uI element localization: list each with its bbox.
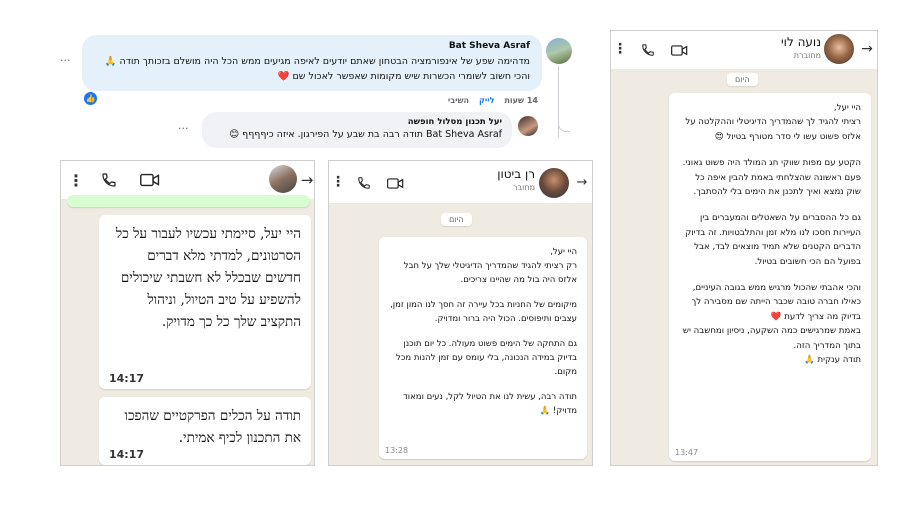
message-paragraph: תודה רבה, עשית לנו את הטיול לקל, נעים ומ… [403, 392, 577, 416]
chat-left-header: ⋮ → [61, 161, 314, 199]
reply-avatar[interactable] [518, 116, 538, 136]
message-bubble: היי יעל, רציתי להגיד לך שהמדריך הדיגיטלי… [669, 93, 871, 461]
menu-dots-icon[interactable]: ⋮ [613, 40, 627, 58]
commenter-avatar[interactable] [546, 38, 572, 64]
chat-right-window: ⋮ נועה לוי מחוברת → היום היי יעל, רציתי … [610, 30, 878, 466]
message-text: היי יעל, רציתי להגיד לך שהמדריך הדיגיטלי… [679, 101, 861, 368]
message-paragraph: הקטע עם מפות שווקי חג המולד היה פשוט גאו… [682, 158, 861, 198]
back-arrow-icon[interactable]: → [859, 40, 875, 58]
comment-more-button[interactable]: ··· [60, 54, 71, 67]
chat-left-body: היי יעל, סיימתי עכשיו לעבור על כל הסרטונ… [61, 195, 314, 465]
contact-info[interactable]: נועה לוי מחוברת [731, 35, 821, 60]
phone-icon[interactable] [99, 170, 119, 190]
contact-info[interactable]: רן ביטון מחובר [449, 167, 535, 192]
reply-bubble: יעל תכנון מסלול חופשה Bat Sheva Asraf תו… [202, 112, 512, 148]
message-paragraph: היי יעל, רציתי להגיד לך שהמדריך הדיגיטלי… [685, 103, 861, 142]
message-paragraph: גם כל ההסברים על השאטלים והמעברים בין הע… [685, 213, 861, 267]
chat-right-header: ⋮ נועה לוי מחוברת → [611, 31, 877, 69]
phone-icon[interactable] [639, 41, 657, 59]
chat-middle-window: ⋮ רן ביטון מחובר → היום היי יעל, רק רצית… [328, 160, 593, 466]
back-arrow-icon[interactable]: → [575, 174, 589, 190]
menu-dots-icon[interactable]: ⋮ [331, 173, 345, 191]
message-text: היי יעל, סיימתי עכשיו לעבור על כל הסרטונ… [115, 226, 301, 330]
reply-more-button[interactable]: ··· [178, 122, 189, 135]
contact-name: רן ביטון [497, 167, 535, 181]
date-chip: היום [727, 73, 758, 86]
contact-avatar[interactable] [539, 168, 569, 198]
comment-actions: 14 שעות לייק השיבי [430, 96, 538, 105]
message-bubble: היי יעל, רק רציתי להגיד שהמדריך הדיגיטלי… [379, 237, 587, 459]
message-text: היי יעל, רק רציתי להגיד שהמדריך הדיגיטלי… [389, 245, 577, 418]
message-time: 14:17 [109, 448, 145, 461]
reply-link[interactable]: השיבי [448, 96, 469, 105]
message-paragraph: מיקומים של החניות בכל עיירה זה חסך לנו ה… [390, 300, 577, 324]
menu-dots-icon[interactable]: ⋮ [68, 170, 84, 190]
thread-curve [558, 120, 570, 132]
contact-status: מחובר [513, 183, 535, 192]
comment-bubble: Bat Sheva Asraf מדהימה שפע של אינפורמציה… [82, 35, 542, 91]
like-link[interactable]: לייק [479, 96, 494, 105]
message-paragraph: היי יעל, רק רציתי להגיד שהמדריך הדיגיטלי… [403, 247, 577, 285]
video-call-icon[interactable] [385, 174, 405, 192]
reply-text: Bat Sheva Asraf תודה רבה בת שבע על הפירג… [229, 129, 502, 140]
message-paragraph: והכי אהבתי שהכול מרגיש ממש בגובה העיניים… [682, 283, 861, 366]
phone-icon[interactable] [355, 174, 373, 192]
comment-text: מדהימה שפע של אינפורמציה הבטחון שאתם יוד… [104, 56, 530, 82]
fb-comment-thread: Bat Sheva Asraf מדהימה שפע של אינפורמציה… [60, 30, 580, 150]
message-time: 14:17 [109, 372, 145, 385]
contact-name: נועה לוי [780, 35, 821, 49]
back-arrow-icon[interactable]: → [299, 171, 314, 189]
contact-status: מחוברת [793, 51, 821, 60]
reply-author[interactable]: יעל תכנון מסלול חופשה [212, 117, 502, 127]
message-bubble: היי יעל, סיימתי עכשיו לעבור על כל הסרטונ… [99, 215, 311, 389]
chat-right-body: היום היי יעל, רציתי להגיד לך שהמדריך הדי… [611, 69, 877, 465]
like-badge-icon[interactable]: 👍 [84, 92, 97, 105]
comment-time: 14 שעות [504, 96, 538, 105]
contact-avatar[interactable] [824, 34, 854, 64]
chat-middle-header: ⋮ רן ביטון מחובר → [329, 161, 592, 203]
contact-avatar[interactable] [269, 165, 297, 193]
chat-left-window: ⋮ → היי יעל, סיימתי עכשיו לעבור על כל הס… [60, 160, 315, 466]
video-call-icon[interactable] [139, 170, 161, 190]
chat-middle-body: היום היי יעל, רק רציתי להגיד שהמדריך הדי… [329, 203, 592, 465]
previous-bubble-fragment [67, 195, 310, 207]
date-chip: היום [441, 213, 472, 226]
message-text: תודה על הכלים הפרקטיים שהפכו את התכנון ל… [124, 408, 301, 446]
message-time: 13:47 [675, 448, 699, 457]
message-paragraph: גם התחקה של הימים פשוט מעולה. כל יום תוכ… [396, 339, 577, 377]
message-time: 13:28 [385, 446, 409, 455]
video-call-icon[interactable] [669, 41, 689, 59]
message-bubble: תודה על הכלים הפרקטיים שהפכו את התכנון ל… [99, 397, 311, 465]
comment-author[interactable]: Bat Sheva Asraf [94, 41, 530, 51]
